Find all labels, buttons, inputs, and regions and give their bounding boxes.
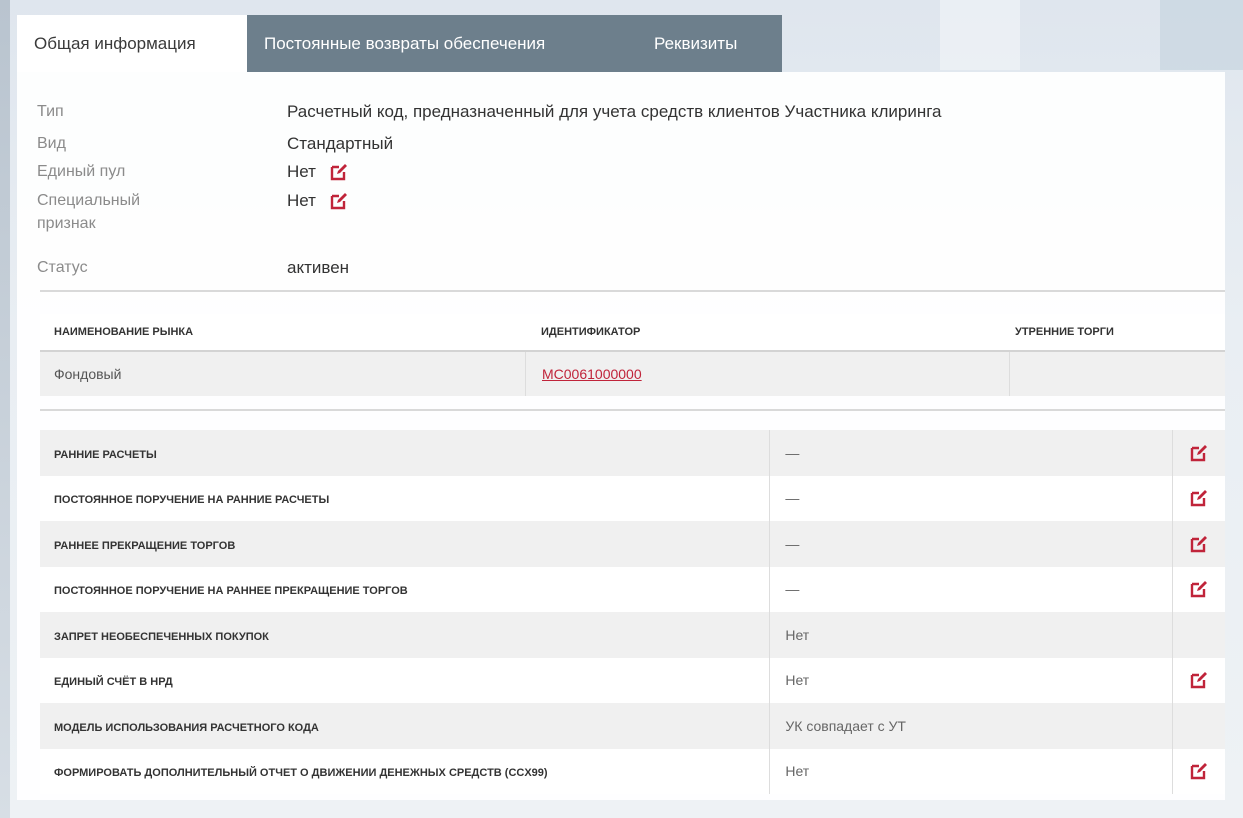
edit-icon[interactable] bbox=[1188, 533, 1210, 555]
column-header-morning-trading: УТРЕННИЕ ТОРГИ bbox=[1015, 326, 1114, 338]
divider bbox=[40, 409, 1225, 411]
settings-row: РАННЕЕ ПРЕКРАЩЕНИЕ ТОРГОВ — bbox=[40, 521, 1225, 567]
settings-table: РАННИЕ РАСЧЕТЫ — ПОСТОЯННОЕ ПОРУЧЕНИЕ НА… bbox=[40, 430, 1225, 794]
edit-cell bbox=[1172, 521, 1225, 567]
tab-bar: Общая информация Постоянные возвраты обе… bbox=[17, 15, 782, 72]
setting-value: Нет bbox=[769, 748, 1172, 794]
edit-icon[interactable] bbox=[1188, 760, 1210, 782]
edit-cell bbox=[1172, 612, 1225, 658]
tab-general-info[interactable]: Общая информация bbox=[17, 15, 247, 72]
setting-value: Нет bbox=[769, 612, 1172, 658]
setting-label: ЕДИНЫЙ СЧЁТ В НРД bbox=[54, 676, 173, 689]
edit-cell bbox=[1172, 430, 1225, 476]
market-table: НАИМЕНОВАНИЕ РЫНКА ИДЕНТИФИКАТОР УТРЕННИ… bbox=[40, 314, 1225, 396]
edit-icon[interactable] bbox=[1188, 487, 1210, 509]
tab-label: Постоянные возвраты обеспечения bbox=[264, 33, 546, 53]
settings-row: РАННИЕ РАСЧЕТЫ — bbox=[40, 430, 1225, 476]
kind-label: Вид bbox=[37, 135, 66, 152]
market-name: Фондовый bbox=[54, 366, 122, 382]
column-header-market: НАИМЕНОВАНИЕ РЫНКА bbox=[54, 326, 194, 338]
special-label-line2: признак bbox=[37, 215, 96, 232]
tab-label: Реквизиты bbox=[654, 33, 738, 53]
background-building bbox=[1160, 0, 1243, 70]
edit-icon[interactable] bbox=[1188, 669, 1210, 691]
setting-label: МОДЕЛЬ ИСПОЛЬЗОВАНИЯ РАСЧЕТНОГО КОДА bbox=[54, 721, 319, 734]
special-label-line1: Специальный bbox=[37, 192, 141, 209]
edit-cell bbox=[1172, 657, 1225, 703]
market-table-header: НАИМЕНОВАНИЕ РЫНКА ИДЕНТИФИКАТОР УТРЕННИ… bbox=[40, 314, 1225, 352]
edit-icon[interactable] bbox=[328, 161, 350, 183]
setting-label: ФОРМИРОВАТЬ ДОПОЛНИТЕЛЬНЫЙ ОТЧЕТ О ДВИЖЕ… bbox=[54, 767, 548, 780]
tab-label: Общая информация bbox=[34, 33, 196, 53]
background-left-edge bbox=[0, 0, 10, 818]
settings-row: МОДЕЛЬ ИСПОЛЬЗОВАНИЯ РАСЧЕТНОГО КОДА УК … bbox=[40, 703, 1225, 749]
setting-value: — bbox=[769, 521, 1172, 567]
kind-value: Стандартный bbox=[287, 134, 394, 153]
pool-value: Нет bbox=[287, 162, 316, 181]
identifier-cell: MC0061000000 bbox=[525, 352, 1009, 396]
settings-row: ЕДИНЫЙ СЧЁТ В НРД Нет bbox=[40, 657, 1225, 703]
setting-label: РАННЕЕ ПРЕКРАЩЕНИЕ ТОРГОВ bbox=[54, 539, 236, 552]
identifier-link[interactable]: MC0061000000 bbox=[542, 366, 642, 382]
special-label: Специальный признак bbox=[37, 189, 267, 235]
status-label: Статус bbox=[37, 259, 88, 276]
special-value-wrap: Нет bbox=[287, 189, 350, 212]
edit-cell bbox=[1172, 703, 1225, 749]
content-panel: Тип Расчетный код, предназначенный для у… bbox=[17, 72, 1225, 800]
pool-label: Единый пул bbox=[37, 163, 126, 180]
edit-cell bbox=[1172, 748, 1225, 794]
setting-label: РАННИЕ РАСЧЕТЫ bbox=[54, 448, 157, 461]
type-value: Расчетный код, предназначенный для учета… bbox=[287, 102, 942, 121]
settings-row: ПОСТОЯННОЕ ПОРУЧЕНИЕ НА РАННЕЕ ПРЕКРАЩЕН… bbox=[40, 566, 1225, 612]
setting-label: ЗАПРЕТ НЕОБЕСПЕЧЕННЫХ ПОКУПОК bbox=[54, 630, 269, 643]
settings-row: ПОСТОЯННОЕ ПОРУЧЕНИЕ НА РАННИЕ РАСЧЕТЫ — bbox=[40, 475, 1225, 521]
settings-row: ЗАПРЕТ НЕОБЕСПЕЧЕННЫХ ПОКУПОК Нет bbox=[40, 612, 1225, 658]
edit-cell bbox=[1172, 566, 1225, 612]
setting-label: ПОСТОЯННОЕ ПОРУЧЕНИЕ НА РАННЕЕ ПРЕКРАЩЕН… bbox=[54, 585, 408, 598]
column-header-identifier: ИДЕНТИФИКАТОР bbox=[541, 326, 641, 338]
special-value: Нет bbox=[287, 191, 316, 210]
table-row: Фондовый MC0061000000 bbox=[40, 352, 1225, 396]
setting-value: — bbox=[769, 475, 1172, 521]
settings-row: ФОРМИРОВАТЬ ДОПОЛНИТЕЛЬНЫЙ ОТЧЕТ О ДВИЖЕ… bbox=[40, 748, 1225, 794]
edit-icon[interactable] bbox=[1188, 578, 1210, 600]
tab-collateral-returns[interactable]: Постоянные возвраты обеспечения bbox=[247, 15, 637, 72]
tab-requisites[interactable]: Реквизиты bbox=[637, 15, 782, 72]
setting-value: — bbox=[769, 430, 1172, 476]
setting-value: Нет bbox=[769, 657, 1172, 703]
type-label: Тип bbox=[37, 103, 64, 120]
morning-trading-cell bbox=[1009, 352, 1225, 396]
divider bbox=[40, 290, 1225, 292]
setting-value: — bbox=[769, 566, 1172, 612]
setting-label: ПОСТОЯННОЕ ПОРУЧЕНИЕ НА РАННИЕ РАСЧЕТЫ bbox=[54, 494, 330, 507]
setting-value: УК совпадает с УТ bbox=[769, 703, 1172, 749]
edit-icon[interactable] bbox=[328, 190, 350, 212]
edit-cell bbox=[1172, 475, 1225, 521]
pool-value-wrap: Нет bbox=[287, 160, 350, 183]
edit-icon[interactable] bbox=[1188, 442, 1210, 464]
status-value: активен bbox=[287, 258, 350, 277]
background-building bbox=[940, 0, 1020, 70]
